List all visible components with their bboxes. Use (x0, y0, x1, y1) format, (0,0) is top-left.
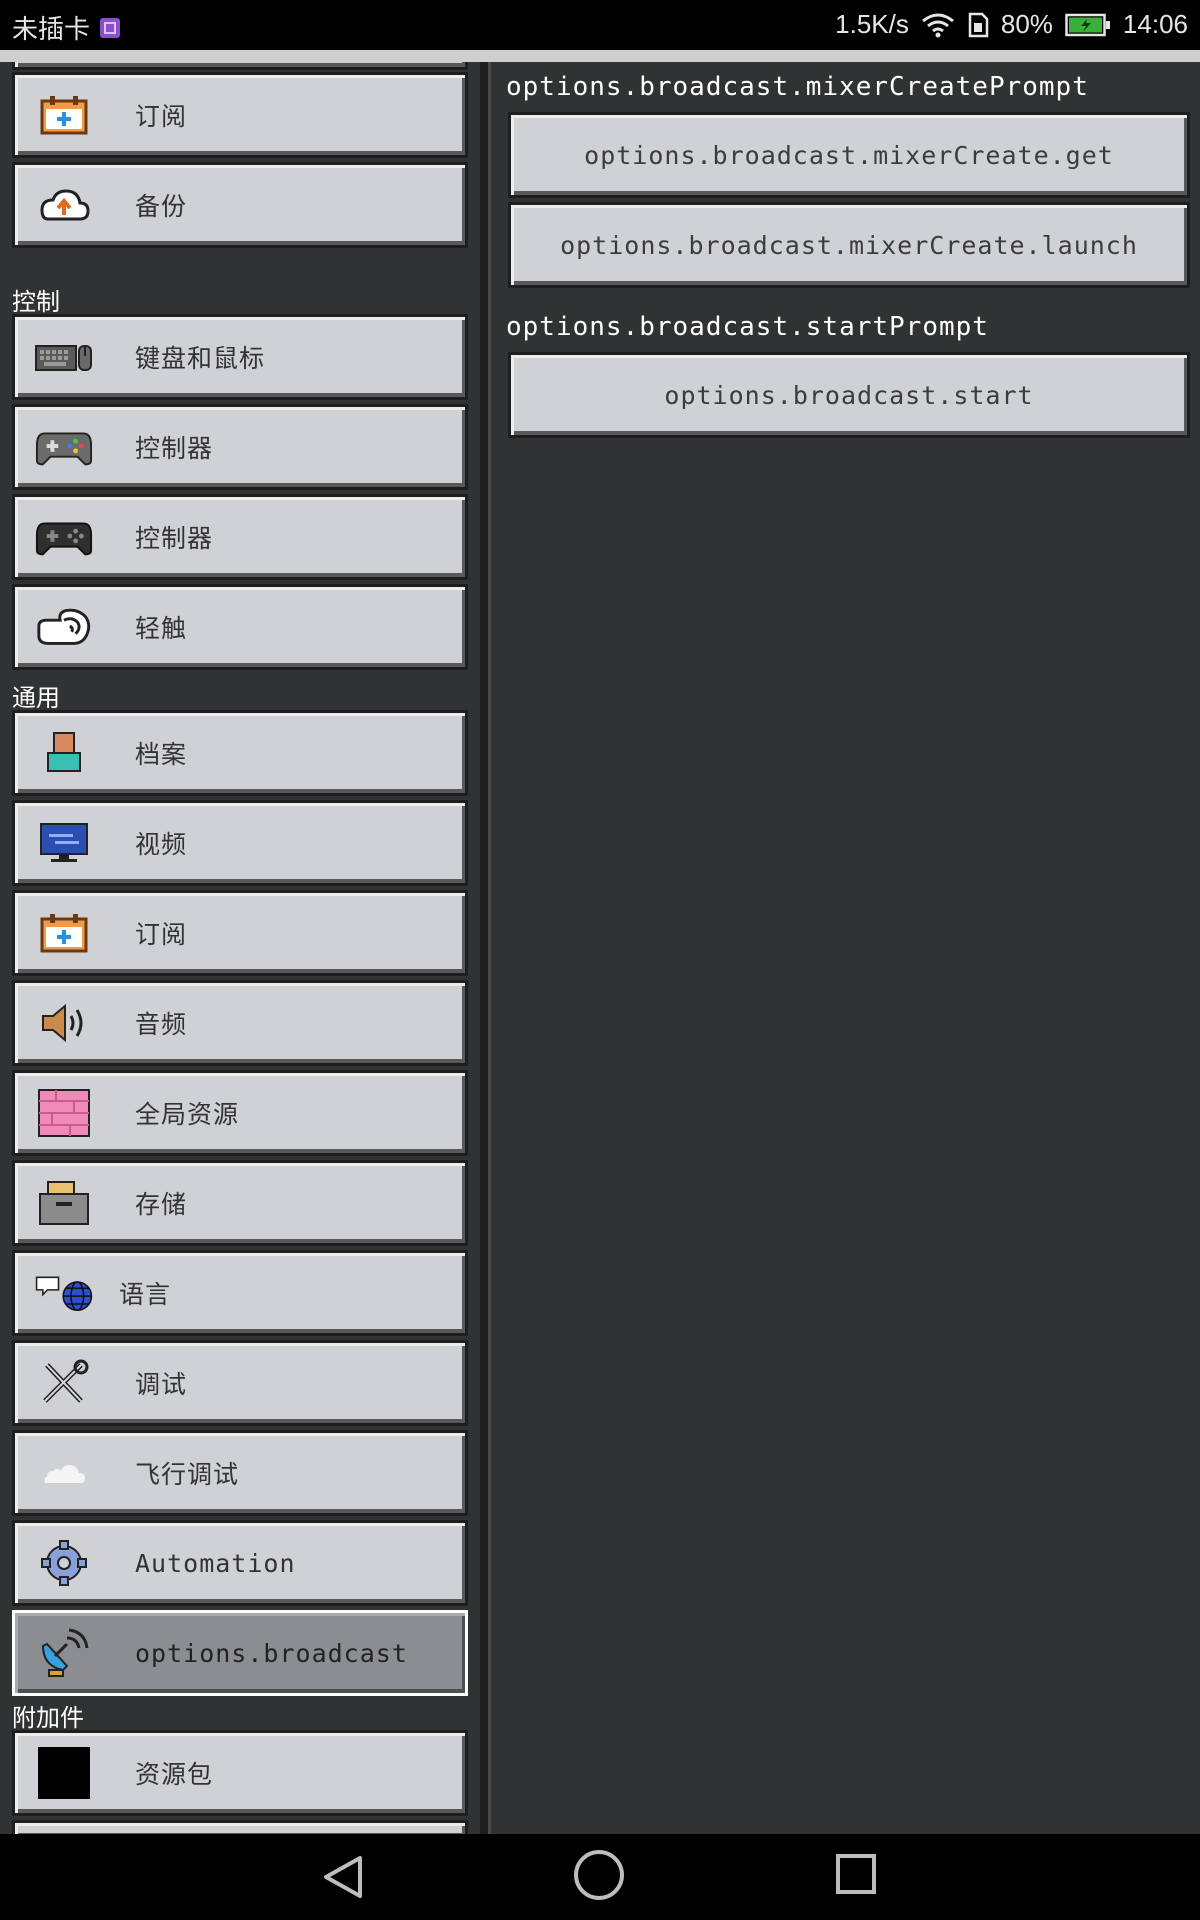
touch-hand-icon (35, 601, 93, 653)
sidebar-item-touch[interactable]: 轻触 (12, 584, 468, 670)
sidebar-item-label: 存储 (135, 1190, 188, 1219)
mixer-launch-button[interactable]: options.broadcast.mixerCreate.launch (508, 202, 1190, 288)
battery-percent: 80% (1000, 9, 1053, 39)
battery-charging-icon (1065, 13, 1110, 36)
tools-icon (35, 1357, 93, 1409)
sidebar-item-keyboard-mouse[interactable]: 键盘和鼠标 (12, 314, 468, 400)
sidebar-item-global-resources[interactable]: 全局资源 (12, 1070, 468, 1156)
sidebar-item-partial-bottom[interactable] (12, 1820, 468, 1834)
monitor-icon (35, 817, 93, 869)
sidebar-item-label: 视频 (135, 830, 188, 859)
home-icon[interactable] (574, 1850, 624, 1900)
mixer-get-button[interactable]: options.broadcast.mixerCreate.get (508, 112, 1190, 198)
sidebar-item-controller[interactable]: 控制器 (12, 404, 468, 490)
sidebar-item-label: 订阅 (135, 920, 188, 949)
language-globe-icon (35, 1267, 93, 1319)
sidebar-item-audio[interactable]: 音频 (12, 980, 468, 1066)
sidebar-item-label: 控制器 (135, 524, 214, 553)
storage-drawer-icon (35, 1177, 93, 1229)
pane-divider (480, 62, 488, 1834)
sidebar-item-label: 调试 (135, 1370, 188, 1399)
sidebar-item-label: 音频 (135, 1010, 188, 1039)
cloud-upload-icon (35, 179, 93, 231)
speaker-icon (35, 997, 93, 1049)
sidebar-item-label: 备份 (135, 192, 188, 221)
clock: 14:06 (1122, 9, 1188, 39)
black-square-icon (35, 1747, 93, 1799)
section-title-controls: 控制 (12, 289, 60, 316)
profile-icon (35, 727, 93, 779)
section-title-addons: 附加件 (12, 1705, 84, 1732)
sidebar-item-debug[interactable]: 调试 (12, 1340, 468, 1426)
start-prompt: options.broadcast.startPrompt (506, 312, 989, 342)
cloud-icon (35, 1447, 93, 1499)
sidebar-item-label: 键盘和鼠标 (135, 344, 266, 373)
sidebar-item-profile[interactable]: 档案 (12, 710, 468, 796)
calendar-plus-icon (35, 89, 93, 141)
sidebar-item-label: Automation (135, 1548, 296, 1578)
satellite-dish-icon (35, 1627, 93, 1679)
sidebar-item-label: 飞行调试 (135, 1460, 240, 1489)
calendar-plus-icon (35, 907, 93, 959)
sidebar-item-label: 档案 (135, 740, 188, 769)
pink-texture-icon (35, 1087, 93, 1139)
sidebar-item-label: 语言 (119, 1280, 172, 1309)
sidebar-item-video[interactable]: 视频 (12, 800, 468, 886)
header-strip (0, 50, 1200, 62)
sidebar-item-label: 全局资源 (135, 1100, 240, 1129)
sidebar-item-controller-alt[interactable]: 控制器 (12, 494, 468, 580)
sidebar-item-partial-top[interactable] (12, 62, 468, 70)
sidebar-item-language[interactable]: 语言 (12, 1250, 468, 1336)
mixer-create-prompt: options.broadcast.mixerCreatePrompt (506, 72, 1089, 102)
gamepad-icon (35, 421, 93, 473)
status-bar: 未插卡 1.5K/s 80% 14:06 (0, 0, 1200, 50)
back-icon[interactable] (320, 1854, 366, 1900)
sidebar-item-flight-debug[interactable]: 飞行调试 (12, 1430, 468, 1516)
sidebar-item-label: 轻触 (135, 614, 188, 643)
image-notification-icon (100, 17, 121, 38)
gamepad-dark-icon (35, 511, 93, 563)
settings-sidebar[interactable]: 订阅 备份 控制 键盘和鼠标 控制器 控制器 轻触 通用 档案 视频 订阅 音频… (0, 62, 480, 1834)
carrier-label: 未插卡 (12, 14, 91, 44)
sidebar-item-subscriptions-2[interactable]: 订阅 (12, 890, 468, 976)
sidebar-item-label: 控制器 (135, 434, 214, 463)
wifi-icon (921, 13, 954, 37)
broadcast-start-button[interactable]: options.broadcast.start (508, 352, 1190, 438)
sidebar-item-label: 资源包 (135, 1760, 214, 1789)
keyboard-mouse-icon (35, 331, 93, 383)
recent-apps-icon[interactable] (836, 1854, 876, 1894)
sim-card-icon (968, 12, 989, 37)
sidebar-item-label: options.broadcast (135, 1638, 408, 1668)
sidebar-item-subscriptions[interactable]: 订阅 (12, 72, 468, 158)
navigation-bar (0, 1834, 1200, 1920)
section-title-general: 通用 (12, 685, 60, 712)
sidebar-item-automation[interactable]: Automation (12, 1520, 468, 1606)
sidebar-item-label: 订阅 (135, 102, 188, 131)
sidebar-item-backup[interactable]: 备份 (12, 162, 468, 248)
pane-divider-highlight (488, 62, 491, 1834)
network-speed: 1.5K/s (835, 9, 909, 39)
sidebar-item-broadcast[interactable]: options.broadcast (12, 1610, 468, 1696)
sidebar-item-resource-packs[interactable]: 资源包 (12, 1730, 468, 1816)
sidebar-item-storage[interactable]: 存储 (12, 1160, 468, 1246)
gear-icon (35, 1537, 93, 1589)
